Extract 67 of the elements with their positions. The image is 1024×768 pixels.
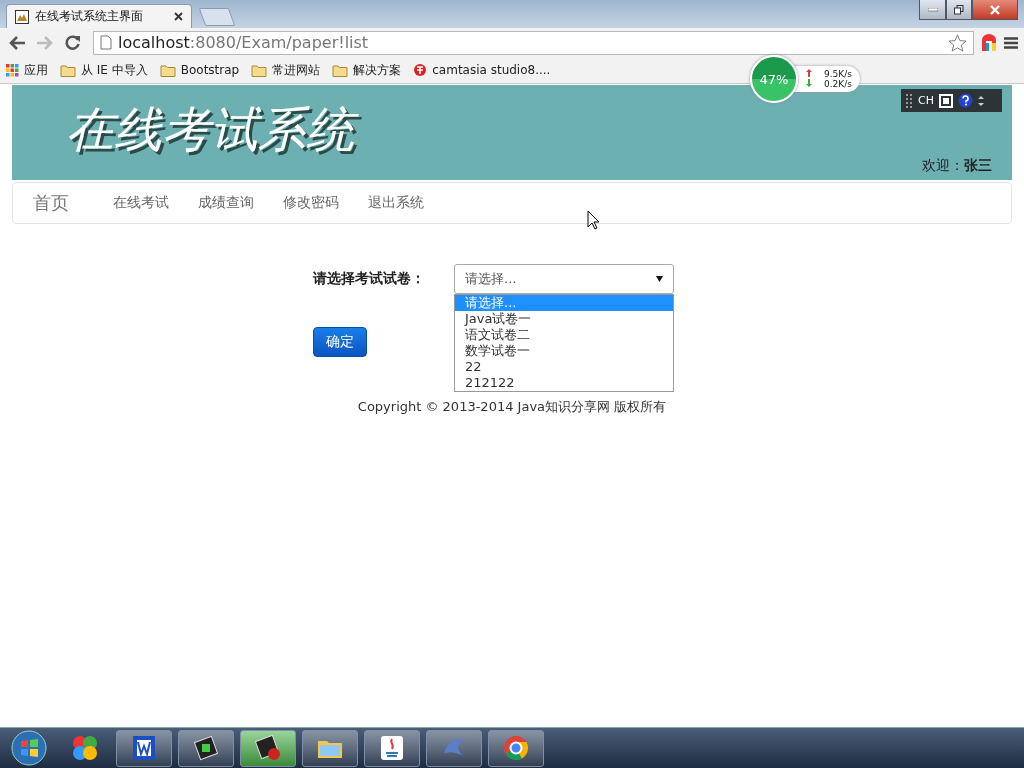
dropdown-option[interactable]: 语文试卷二 xyxy=(455,327,673,343)
bookmark[interactable]: 从 IE 中导入 xyxy=(60,61,148,79)
apps-grid-icon xyxy=(6,63,19,77)
download-arrow-icon xyxy=(806,79,812,87)
folder-icon xyxy=(60,63,76,77)
address-bar[interactable]: localhost:8080/Exam/paper!list xyxy=(93,30,974,55)
minimize-button[interactable] xyxy=(919,0,946,20)
bookmark[interactable]: 常进网站 xyxy=(251,61,321,79)
taskbar-app[interactable] xyxy=(488,729,544,767)
grip-icon xyxy=(905,93,913,108)
help-icon[interactable] xyxy=(957,93,973,108)
bookmark[interactable]: 应用 xyxy=(6,61,48,79)
tab-title: 在线考试系统主界面 xyxy=(35,8,144,25)
upload-speed: 9.5K/s xyxy=(824,69,852,79)
site-logo-icon xyxy=(413,63,428,77)
bookmark[interactable]: 解决方案 xyxy=(332,61,402,79)
browser-tab[interactable]: 在线考试系统主界面 xyxy=(6,4,192,28)
dropdown-option[interactable]: 数学试卷一 xyxy=(455,343,673,359)
dropdown-option[interactable]: 212122 xyxy=(455,375,673,391)
home-link[interactable]: 首页 xyxy=(33,191,69,215)
bookmark[interactable]: camtasia studio8.... xyxy=(413,63,551,77)
copyright-text: Copyright © 2013-2014 Java知识分享网 版权所有 xyxy=(356,398,668,416)
dropdown-option[interactable]: Java试卷一 xyxy=(455,311,673,327)
taskbar-app[interactable] xyxy=(302,729,358,767)
field-label: 请选择考试试卷： xyxy=(313,270,426,288)
nav-link[interactable]: 修改密码 xyxy=(283,194,339,212)
back-arrow-icon xyxy=(8,34,26,51)
dropdown-arrow-icon xyxy=(656,276,663,282)
colorful-petals-icon xyxy=(70,733,100,763)
taskbar-app[interactable] xyxy=(240,729,296,767)
restore-icon xyxy=(954,4,964,15)
download-speed: 0.2K/s xyxy=(824,79,852,89)
start-orb-icon xyxy=(11,730,47,766)
chrome-browser-icon xyxy=(501,733,531,763)
forward-arrow-icon xyxy=(36,34,54,51)
menu-icon[interactable] xyxy=(1004,36,1018,49)
ime-language[interactable]: CH xyxy=(918,94,934,107)
folder-icon xyxy=(332,63,349,77)
options-arrow-icon[interactable] xyxy=(977,93,984,108)
network-monitor-widget[interactable]: 47% 9.5K/s 0.2K/s xyxy=(750,55,860,103)
folder-icon xyxy=(251,63,268,77)
page-icon xyxy=(100,35,112,50)
reload-button[interactable] xyxy=(62,32,83,53)
close-button[interactable] xyxy=(972,0,1018,20)
nav-link[interactable]: 退出系统 xyxy=(368,194,424,212)
minimize-icon xyxy=(927,7,938,12)
extension-icon[interactable] xyxy=(980,33,998,52)
taskbar-app[interactable] xyxy=(178,729,234,767)
upload-arrow-icon xyxy=(806,69,812,77)
url-text: localhost:8080/Exam/paper!list xyxy=(118,33,370,52)
star-icon[interactable] xyxy=(948,33,967,52)
close-icon xyxy=(989,4,1001,15)
welcome-text: 欢迎：张三 xyxy=(922,157,992,175)
reload-icon xyxy=(64,34,81,51)
taskbar-app[interactable] xyxy=(364,729,420,767)
bookmark[interactable]: Bootstrap xyxy=(159,63,240,77)
confirm-button[interactable]: 确定 xyxy=(313,327,367,357)
dropdown-option[interactable]: 22 xyxy=(455,359,673,375)
page-favicon xyxy=(15,9,29,24)
close-icon[interactable] xyxy=(174,12,183,21)
mouse-cursor-icon xyxy=(587,210,600,230)
folder-icon xyxy=(159,63,176,77)
restore-button[interactable] xyxy=(946,0,972,20)
nav-link[interactable]: 成绩查询 xyxy=(198,194,254,212)
site-title: 在线考试系统 xyxy=(62,98,366,166)
taskbar-app[interactable] xyxy=(116,729,172,767)
nav-link[interactable]: 在线考试 xyxy=(113,194,169,212)
